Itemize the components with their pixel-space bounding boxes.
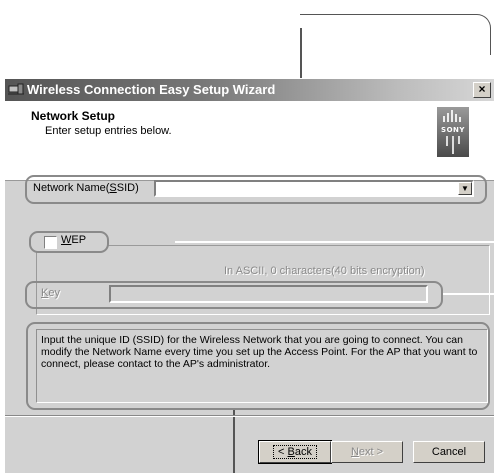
button-separator: [5, 415, 494, 417]
wizard-window: Wireless Connection Easy Setup Wizard × …: [4, 78, 494, 473]
window-title: Wireless Connection Easy Setup Wizard: [27, 82, 276, 97]
info-text-box: Input the unique ID (SSID) for the Wirel…: [36, 329, 488, 403]
callout-line-info: [233, 410, 235, 473]
back-accel: B: [287, 446, 295, 458]
wep-status-text: In ASCII, 0 characters(40 bits encryptio…: [224, 265, 425, 277]
info-text: Input the unique ID (SSID) for the Wirel…: [41, 334, 478, 370]
callout-line-top: [300, 14, 491, 55]
wep-label-accel: W: [61, 234, 72, 246]
ssid-label-text: Network Name(: [33, 182, 110, 194]
logo-lower-bars-icon: [446, 136, 460, 154]
logo-bars-icon: [443, 110, 461, 122]
key-label-rest: ey: [48, 287, 60, 299]
next-rest: ext >: [358, 446, 384, 458]
wep-label[interactable]: WEP: [61, 234, 86, 246]
ssid-combobox[interactable]: ▼: [154, 180, 474, 197]
page-subtitle: Enter setup entries below.: [45, 125, 172, 137]
ssid-dropdown-button[interactable]: ▼: [458, 182, 472, 195]
close-icon: ×: [478, 82, 486, 96]
page-title: Network Setup: [31, 109, 116, 123]
back-button[interactable]: < Back: [258, 440, 332, 464]
wizard-header: Network Setup Enter setup entries below.…: [5, 101, 494, 181]
ssid-label: Network Name(SSID): [33, 182, 139, 194]
title-bar[interactable]: Wireless Connection Easy Setup Wizard ×: [5, 79, 494, 101]
callout-line-wep: [175, 241, 494, 243]
chevron-down-icon: ▼: [461, 184, 469, 193]
close-button[interactable]: ×: [473, 82, 491, 98]
callout-line-key: [443, 293, 494, 295]
ssid-label-rest: SID): [116, 182, 139, 194]
back-prefix: <: [278, 446, 288, 458]
next-accel: N: [350, 446, 359, 458]
cancel-button[interactable]: Cancel: [413, 441, 485, 463]
network-app-icon: [8, 83, 24, 95]
wep-checkbox[interactable]: [44, 236, 57, 249]
back-button-label: < Back: [273, 445, 317, 459]
key-input[interactable]: [109, 285, 428, 303]
logo-text: SONY: [441, 126, 465, 134]
sony-logo: SONY: [437, 107, 469, 157]
next-button[interactable]: Next >: [331, 441, 403, 463]
key-label: Key: [41, 287, 60, 299]
back-rest: ack: [294, 446, 312, 458]
ssid-label-accel: S: [109, 182, 117, 194]
wep-label-rest: EP: [71, 234, 87, 246]
